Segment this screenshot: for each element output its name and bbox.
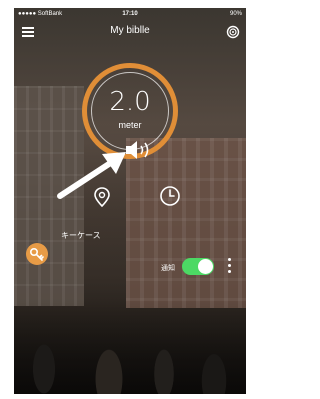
background-building-right [126,138,246,308]
more-icon[interactable] [226,258,232,276]
battery-label: 90% [229,11,242,17]
app-screen: ●●●●● SoftBank 17:10 90% My biblle 2.0 m… [14,8,246,394]
key-label: キーケース [61,231,101,240]
distance-value: 2.0 [109,87,151,117]
toggle-knob [198,259,213,274]
key-icon [30,248,44,261]
location-pin-icon[interactable] [91,186,113,208]
distance-unit: meter [118,120,142,130]
notification-toggle[interactable] [182,258,214,275]
nav-bar: My biblle [14,22,246,42]
notification-label: 通知 [161,265,175,272]
background-crowd [14,299,246,394]
status-bar: ●●●●● SoftBank 17:10 90% [14,8,246,20]
key-button[interactable] [26,243,48,265]
target-icon[interactable] [226,25,240,39]
status-time: 17:10 [122,11,138,17]
page-title: My biblle [110,25,150,36]
clock-icon[interactable] [159,185,181,207]
